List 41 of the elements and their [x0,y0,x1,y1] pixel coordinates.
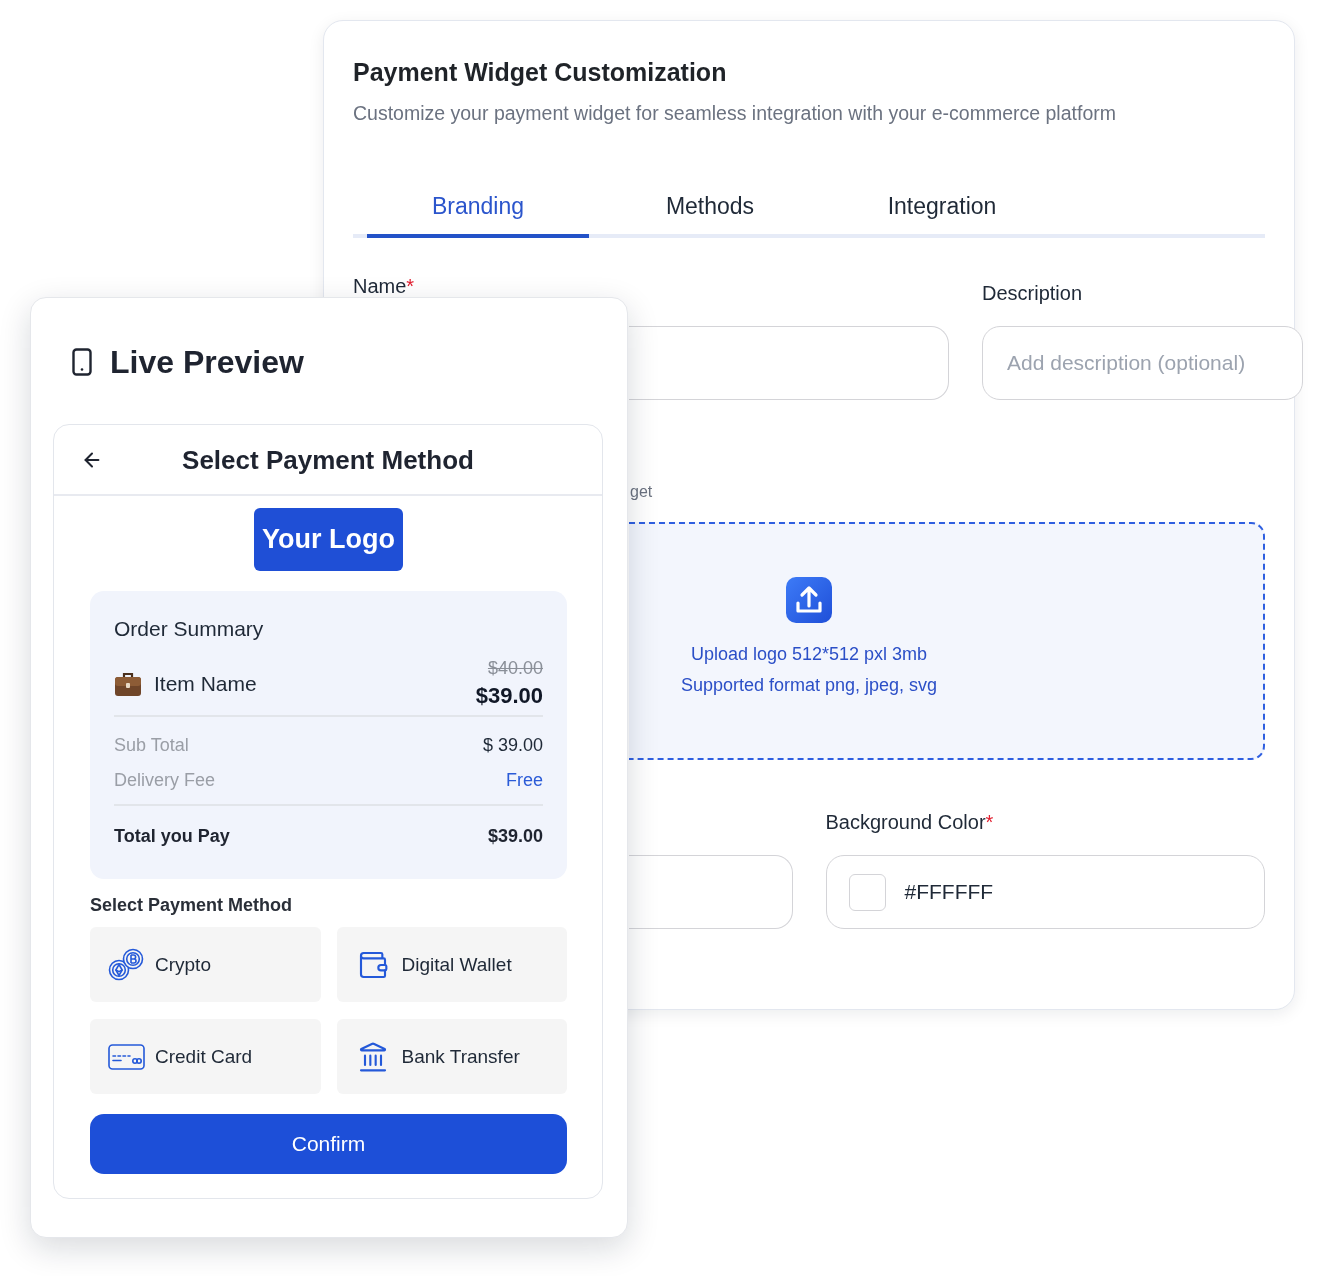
tab[interactable]: Methods [599,191,821,238]
payment-method-option[interactable]: Credit Card [90,1019,321,1094]
tab[interactable]: Integration [831,191,1053,238]
name-input[interactable] [629,326,949,400]
phone-icon [72,348,92,376]
upload-dropzone[interactable]: Upload logo 512*512 pxl 3mb Supported format png, jpeg, svg [629,522,1265,760]
field-label: Background Color* [825,812,994,832]
panel-title: Payment Widget Customization [353,57,727,88]
total-value: $39.00 [487,825,543,848]
old-price: $40.00 [487,657,543,679]
color-swatch-icon[interactable] [848,873,886,911]
panel-subtitle: Customize your payment widget for seamless integration with your e-commerce platform [353,101,1116,126]
tab[interactable]: Branding [367,191,589,238]
payment-method-option[interactable]: Digital Wallet [336,927,567,1002]
hint-text: get [630,482,653,502]
upload-icon [786,577,832,623]
summary-value: Free [506,769,543,792]
summary-label: Delivery Fee [114,769,216,792]
field-label: Name* [353,276,415,296]
credit-card-icon [107,1043,145,1070]
item-name: Item Name [154,671,257,696]
color-input[interactable]: #FFFFFF [825,855,1265,929]
total-label: Total you Pay [114,825,230,848]
logo: Your Logo [254,508,403,571]
preview-title: Live Preview [110,343,304,382]
payment-method-option[interactable]: Bank Transfer [336,1019,567,1094]
description-input[interactable]: Add description (optional) [982,326,1303,400]
briefcase-icon [114,670,142,697]
field-label: Description [982,283,1083,303]
upload-size-note: Upload logo 512*512 pxl 3mb [690,643,928,665]
coins-icon [107,948,145,981]
widget-title: Select Payment Method [182,443,474,476]
confirm-button[interactable]: Confirm [90,1114,567,1174]
payment-method-option[interactable]: Crypto [90,927,321,1002]
summary-title: Order Summary [114,616,264,642]
summary-value: $ 39.00 [482,734,543,757]
input-field[interactable] [629,855,793,929]
item-price: $39.00 [475,682,543,710]
upload-format-note: Supported format png, jpeg, svg [680,674,938,696]
summary-label: Sub Total [114,734,189,757]
methods-heading: Select Payment Method [90,894,293,916]
